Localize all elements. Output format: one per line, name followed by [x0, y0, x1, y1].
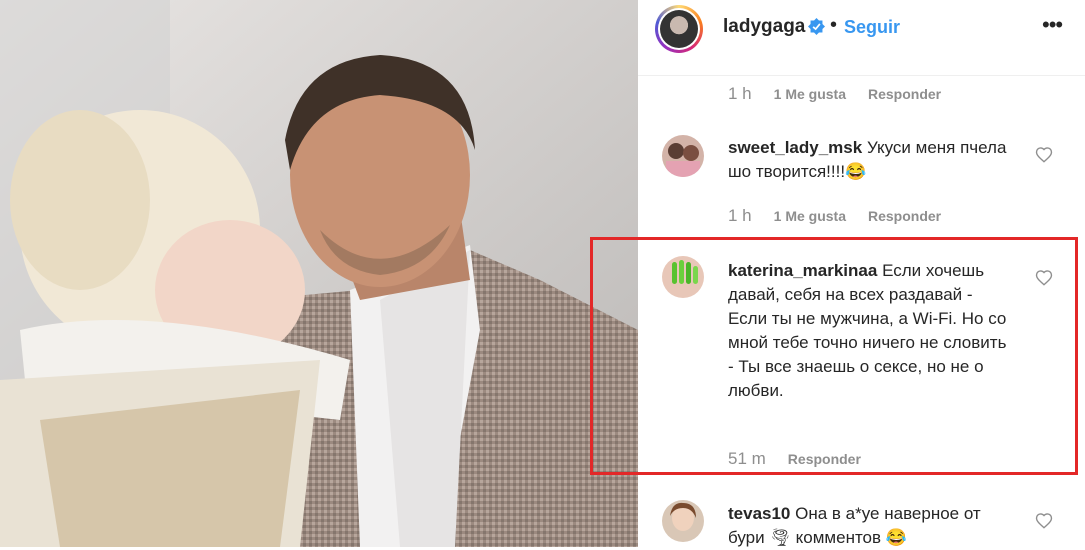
like-heart-icon[interactable]: [1035, 512, 1053, 530]
comment-body: sweet_lady_msk Укуси меня пчела шо твори…: [728, 136, 1013, 184]
post-photo[interactable]: [0, 0, 638, 547]
photo-illustration: [0, 0, 638, 547]
reply-button[interactable]: Responder: [868, 86, 941, 102]
like-heart-icon[interactable]: [1035, 146, 1053, 164]
commenter-username[interactable]: tevas10: [728, 504, 790, 523]
comment-time[interactable]: 1 h: [728, 206, 752, 225]
comment-likes[interactable]: 1 Me gusta: [774, 86, 846, 102]
author-avatar[interactable]: [655, 5, 703, 53]
verified-badge-icon: [808, 18, 825, 35]
comment-meta-1: 1 h 1 Me gusta Responder: [728, 206, 941, 226]
highlight-box: [590, 237, 1078, 475]
post-header: ladygaga • Seguir •••: [638, 0, 1085, 76]
comment-likes[interactable]: 1 Me gusta: [774, 208, 846, 224]
separator-dot: •: [830, 14, 838, 36]
comment-body: tevas10 Она в а*уе наверное от бури 🌪 ко…: [728, 502, 1013, 550]
commenter-username[interactable]: sweet_lady_msk: [728, 138, 862, 157]
comment-meta-0: 1 h 1 Me gusta Responder: [728, 84, 941, 104]
more-options-icon[interactable]: •••: [1042, 12, 1063, 38]
commenter-avatar[interactable]: [662, 500, 704, 542]
author-username[interactable]: ladygaga: [723, 16, 805, 38]
comment-time[interactable]: 1 h: [728, 84, 752, 103]
commenter-avatar[interactable]: [662, 135, 704, 177]
reply-button[interactable]: Responder: [868, 208, 941, 224]
follow-button[interactable]: Seguir: [844, 17, 900, 38]
